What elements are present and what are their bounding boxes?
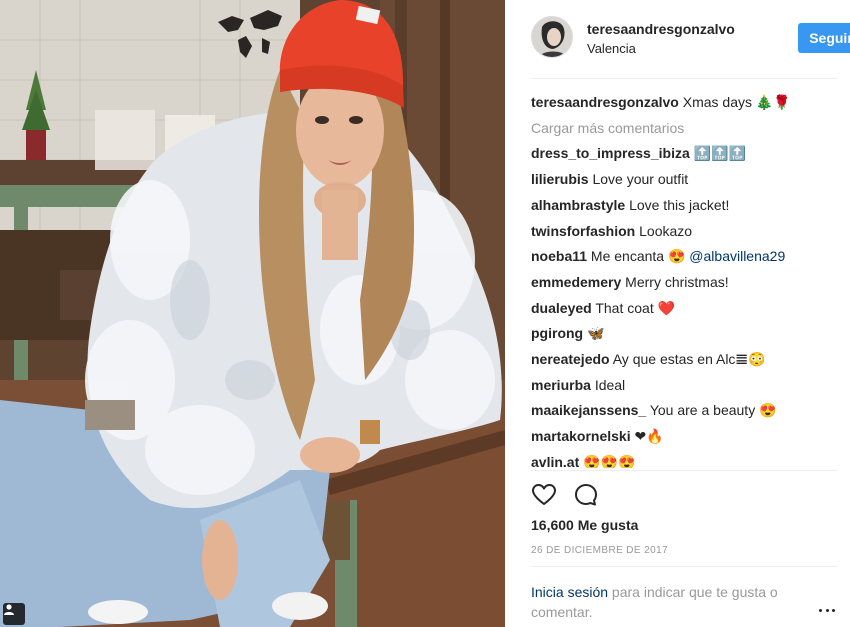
comment-username[interactable]: nereatejedo: [531, 351, 610, 367]
heart-icon[interactable]: [531, 482, 557, 508]
avatar[interactable]: [531, 16, 573, 58]
comment-row: maaikejanssens_ You are a beauty 😍: [531, 398, 838, 424]
comment-text: You are a beauty 😍: [649, 402, 777, 419]
login-link[interactable]: Inicia sesión: [531, 584, 608, 600]
comment-bubble-icon[interactable]: [573, 482, 599, 508]
comment-row: pgirong 🦋: [531, 321, 838, 347]
comment-text: Merry christmas!: [625, 273, 729, 290]
comment-username[interactable]: alhambrastyle: [531, 197, 625, 213]
comment-row: alhambrastyle Love this jacket!: [531, 193, 838, 219]
comment-text: 🦋: [587, 325, 605, 342]
comment-row: twinsforfashion Lookazo: [531, 219, 838, 245]
comment-text: ❤🔥: [634, 428, 664, 445]
caption: teresaandresgonzalvo Xmas days 🎄🌹: [531, 90, 838, 116]
load-more-comments-button[interactable]: Cargar más comentarios: [531, 116, 838, 142]
comment-text: 😍😍😍: [583, 453, 636, 468]
comment-row: nereatejedo Ay que estas en Alc𝌆😳: [531, 347, 838, 373]
comment-row: martakornelski ❤🔥: [531, 424, 838, 450]
comment-username[interactable]: meriurba: [531, 377, 591, 393]
comment-text: That coat ❤️: [595, 299, 676, 316]
comment-row: lilierubis Love your outfit: [531, 167, 838, 193]
comment-row: dress_to_impress_ibiza 🔝🔝🔝: [531, 141, 838, 167]
comment-username[interactable]: emmedemery: [531, 274, 621, 290]
post-location[interactable]: Valencia: [587, 41, 636, 56]
post-photo[interactable]: [0, 0, 505, 627]
login-prompt: Inicia sesión para indicar que te gusta …: [531, 582, 821, 622]
comment-text: 🔝🔝🔝: [693, 145, 746, 162]
post-actions: [531, 482, 611, 508]
comment-username[interactable]: martakornelski: [531, 428, 631, 444]
comment-username[interactable]: lilierubis: [531, 171, 589, 187]
comment-row: emmedemery Merry christmas!: [531, 270, 838, 296]
comment-username[interactable]: pgirong: [531, 325, 583, 341]
comment-username[interactable]: maaikejanssens_: [531, 402, 646, 418]
post-date: 26 de diciembre de 2017: [531, 545, 669, 556]
post-header: teresaandresgonzalvo Valencia Seguir: [531, 16, 850, 62]
header-divider: [531, 78, 838, 79]
photo-illustration: [0, 0, 505, 627]
comment-text: Me encanta 😍: [590, 248, 686, 265]
profile-username[interactable]: teresaandresgonzalvo: [587, 21, 735, 37]
comments-list[interactable]: teresaandresgonzalvo Xmas days 🎄🌹 Cargar…: [531, 90, 838, 468]
comment-row: noeba11 Me encanta 😍 @albavillena29: [531, 244, 838, 270]
comment-row: meriurba Ideal: [531, 373, 838, 399]
comment-row: avlin.at 😍😍😍: [531, 450, 838, 468]
comment-text: Ay que estas en Alc𝌆😳: [612, 351, 766, 368]
caption-username[interactable]: teresaandresgonzalvo: [531, 94, 679, 110]
follow-button[interactable]: Seguir: [798, 23, 850, 53]
comment-row: dualeyed That coat ❤️: [531, 296, 838, 322]
comment-username[interactable]: dualeyed: [531, 300, 592, 316]
comment-text: Love your outfit: [592, 171, 689, 188]
comment-username[interactable]: avlin.at: [531, 454, 579, 468]
comments-divider: [531, 470, 838, 471]
comment-text: Love this jacket!: [629, 196, 730, 213]
comment-username[interactable]: twinsforfashion: [531, 223, 635, 239]
comment-mention-link[interactable]: @albavillena29: [689, 248, 785, 264]
likes-count[interactable]: 16,600 Me gusta: [531, 517, 638, 533]
more-options-icon[interactable]: [819, 605, 835, 615]
comment-username[interactable]: dress_to_impress_ibiza: [531, 145, 690, 161]
comment-username[interactable]: noeba11: [531, 248, 587, 264]
caption-text: Xmas days 🎄🌹: [682, 94, 791, 110]
footer-divider: [531, 566, 838, 567]
comment-text: Lookazo: [639, 222, 693, 239]
comment-text: Ideal: [594, 376, 626, 393]
post-side-panel: teresaandresgonzalvo Valencia Seguir ter…: [505, 0, 850, 627]
person-tag-icon[interactable]: [3, 603, 25, 625]
